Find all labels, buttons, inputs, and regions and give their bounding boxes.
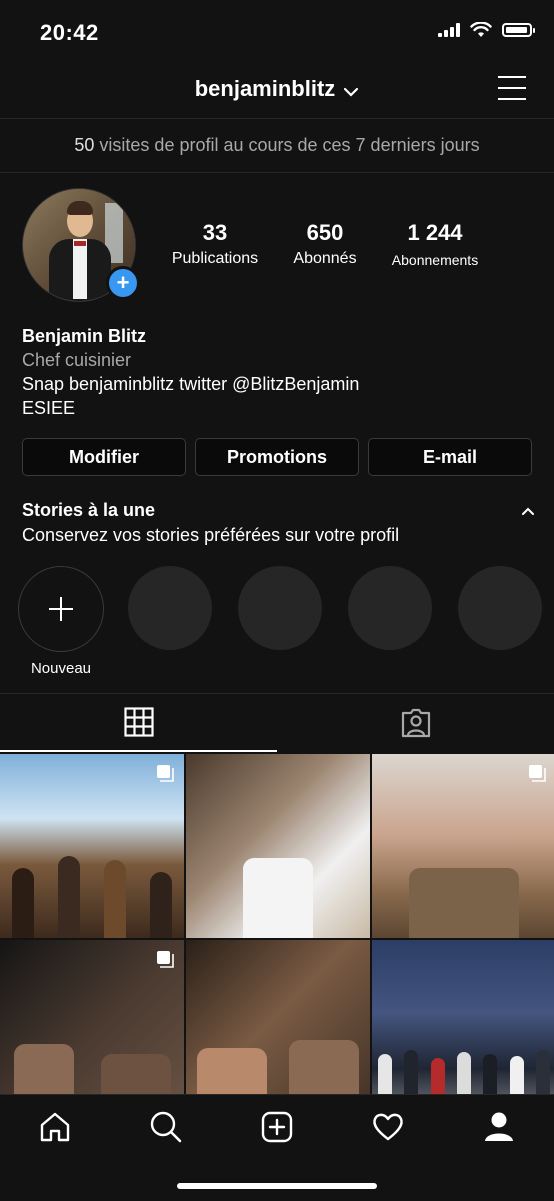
tab-grid[interactable] [0, 694, 277, 752]
post-thumbnail[interactable] [0, 754, 184, 938]
chevron-up-icon[interactable] [521, 504, 535, 522]
post-thumbnail[interactable] [186, 754, 370, 938]
bottom-navigation [0, 1094, 554, 1201]
profile-actions: Modifier Promotions E-mail [22, 438, 532, 476]
status-bar: 20:42 [0, 0, 554, 64]
grid-icon [123, 707, 154, 737]
stat-publications[interactable]: 33 Publications [160, 220, 270, 268]
plus-icon[interactable] [18, 566, 104, 652]
profile-tabs [0, 694, 554, 752]
profile-bio: Benjamin Blitz Chef cuisinier Snap benja… [22, 324, 359, 420]
wifi-icon [470, 22, 492, 37]
highlights-row: Nouveau [18, 566, 554, 677]
tagged-person-icon [401, 708, 430, 738]
bio-line: ESIEE [22, 398, 76, 418]
profile-stats: 33 Publications 650 Abonnés 1 244 Abonne… [160, 220, 490, 268]
nav-home[interactable] [33, 1105, 77, 1149]
battery-icon [502, 23, 535, 37]
heart-icon [373, 1113, 403, 1141]
status-icons [438, 22, 535, 38]
highlights-title: Stories à la une [22, 500, 156, 520]
post-thumbnail[interactable] [372, 754, 554, 938]
username: benjaminblitz [194, 76, 336, 101]
profile-category: Chef cuisinier [22, 350, 132, 370]
profile-avatar[interactable]: + [22, 188, 140, 302]
stat-label: Abonnements [391, 252, 479, 268]
posts-grid [0, 754, 554, 1124]
nav-profile[interactable] [477, 1105, 521, 1149]
profile-visits-banner[interactable]: 50 visites de profil au cours de ces 7 d… [0, 118, 554, 172]
cellular-signal-icon [438, 23, 460, 37]
stat-value: 1 244 [407, 220, 463, 245]
bio-line: Snap benjaminblitz twitter @BlitzBenjami… [22, 374, 360, 394]
search-icon [150, 1111, 182, 1143]
multiple-posts-icon [529, 765, 546, 782]
home-icon [41, 1112, 70, 1142]
highlights-header[interactable]: Stories à la une Conservez vos stories p… [22, 500, 537, 546]
add-story-badge-icon[interactable]: + [106, 266, 140, 300]
nav-activity[interactable] [366, 1105, 410, 1149]
home-indicator[interactable] [177, 1183, 377, 1189]
email-button[interactable]: E-mail [368, 438, 532, 476]
chevron-down-icon [343, 77, 359, 103]
divider [0, 172, 554, 173]
highlight-placeholder [348, 566, 434, 677]
stat-followers[interactable]: 650 Abonnés [270, 220, 380, 268]
visits-count: 50 [74, 135, 95, 155]
promotions-button[interactable]: Promotions [195, 438, 359, 476]
new-highlight[interactable]: Nouveau [18, 566, 104, 677]
edit-profile-button[interactable]: Modifier [22, 438, 186, 476]
multiple-posts-icon [157, 951, 174, 968]
profile-header: benjaminblitz [0, 64, 554, 118]
add-post-icon [261, 1111, 293, 1143]
stat-following[interactable]: 1 244 Abonnements [380, 220, 490, 268]
highlight-placeholder [128, 566, 214, 677]
highlights-subtitle: Conservez vos stories préférées sur votr… [22, 525, 400, 545]
highlight-placeholder [238, 566, 324, 677]
profile-icon [484, 1112, 513, 1141]
tab-tagged[interactable] [277, 694, 554, 752]
visits-text: visites de profil au cours de ces 7 dern… [99, 135, 480, 155]
nav-search[interactable] [144, 1105, 188, 1149]
stat-value: 650 [306, 220, 344, 245]
display-name: Benjamin Blitz [22, 326, 147, 346]
account-switcher[interactable]: benjaminblitz [0, 76, 554, 103]
status-time: 20:42 [40, 20, 99, 45]
hamburger-menu-icon[interactable] [498, 76, 526, 100]
stat-label: Publications [171, 250, 259, 267]
new-highlight-label: Nouveau [30, 660, 92, 677]
stat-value: 33 [202, 220, 228, 245]
stat-label: Abonnés [293, 250, 357, 267]
nav-add-post[interactable] [255, 1105, 299, 1149]
multiple-posts-icon [157, 765, 174, 782]
highlight-placeholder [458, 566, 544, 677]
